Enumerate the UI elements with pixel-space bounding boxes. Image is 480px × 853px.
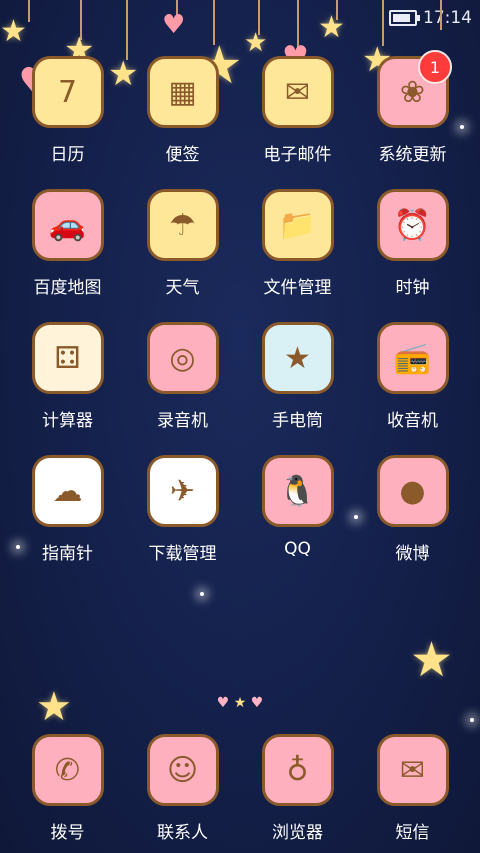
dock-label: 浏览器 bbox=[272, 823, 323, 843]
calendar-icon: 7 bbox=[31, 56, 104, 128]
app-calculator[interactable]: ⚃ 计算器 bbox=[10, 322, 125, 431]
app-email[interactable]: ✉ 电子邮件 bbox=[240, 56, 355, 165]
app-label: 便签 bbox=[165, 145, 200, 165]
app-label: 微博 bbox=[395, 544, 430, 564]
sparkle-icon bbox=[354, 515, 358, 519]
dock-label: 短信 bbox=[395, 823, 430, 843]
app-grid: 7 日历 ▦ 便签 ✉ 电子邮件 ❀ 1 系统更新 🚗 百度地图 ☂ 天气 📁 … bbox=[10, 50, 470, 564]
app-label: 录音机 bbox=[157, 411, 208, 431]
app-recorder[interactable]: ◎ 录音机 bbox=[125, 322, 240, 431]
battery-icon bbox=[389, 10, 420, 26]
penguin-icon: 🐧 bbox=[261, 455, 334, 527]
phone-icon: ✆ bbox=[31, 734, 104, 806]
app-system-update[interactable]: ❀ 1 系统更新 bbox=[355, 50, 470, 165]
sparkle-icon bbox=[460, 125, 464, 129]
dock-contacts[interactable]: ☺ 联系人 bbox=[125, 734, 240, 843]
app-download-manager[interactable]: ✈ 下载管理 bbox=[125, 455, 240, 564]
dock-browser[interactable]: ♁ 浏览器 bbox=[240, 734, 355, 843]
page-dot: ♥ bbox=[216, 695, 230, 711]
mail-icon: ✉ bbox=[261, 56, 334, 128]
car-icon: 🚗 bbox=[31, 189, 104, 261]
alarm-clock-icon: ⏰ bbox=[376, 189, 449, 261]
app-notes[interactable]: ▦ 便签 bbox=[125, 56, 240, 165]
app-qq[interactable]: 🐧 QQ bbox=[240, 455, 355, 564]
app-label: 百度地图 bbox=[33, 278, 102, 298]
dice-icon: ⚃ bbox=[31, 322, 104, 394]
app-weather[interactable]: ☂ 天气 bbox=[125, 189, 240, 298]
clock-time: 17:14 bbox=[423, 8, 472, 28]
message-bunny-icon: ✉ bbox=[376, 734, 449, 806]
page-dot-active: ★ bbox=[233, 695, 247, 711]
app-baidu-map[interactable]: 🚗 百度地图 bbox=[10, 189, 125, 298]
app-label: 指南针 bbox=[42, 544, 93, 564]
app-label: 收音机 bbox=[387, 411, 438, 431]
radio-icon: 📻 bbox=[376, 322, 449, 394]
dock-label: 拨号 bbox=[50, 823, 85, 843]
dock-phone[interactable]: ✆ 拨号 bbox=[10, 734, 125, 843]
app-flashlight[interactable]: ★ 手电筒 bbox=[240, 322, 355, 431]
cloud-stars-icon: ☁ bbox=[31, 455, 104, 527]
star-icon: ★ bbox=[410, 632, 454, 688]
folder-icon: 📁 bbox=[261, 189, 334, 261]
page-indicator: ♥ ★ ♥ bbox=[0, 695, 480, 711]
star-jar-icon: ★ bbox=[261, 322, 334, 394]
app-compass[interactable]: ☁ 指南针 bbox=[10, 455, 125, 564]
app-weibo[interactable]: ● 微博 bbox=[355, 455, 470, 564]
app-radio[interactable]: 📻 收音机 bbox=[355, 322, 470, 431]
app-label: 下载管理 bbox=[148, 544, 217, 564]
notepad-icon: ▦ bbox=[146, 56, 219, 128]
app-label: QQ bbox=[284, 539, 311, 559]
umbrella-icon: ☂ bbox=[146, 189, 219, 261]
sparkle-icon bbox=[200, 592, 204, 596]
app-label: 手电筒 bbox=[272, 411, 323, 431]
sparkle-icon bbox=[16, 545, 20, 549]
app-label: 电子邮件 bbox=[263, 145, 332, 165]
app-label: 时钟 bbox=[395, 278, 430, 298]
page-dot: ♥ bbox=[250, 695, 264, 711]
app-label: 天气 bbox=[165, 278, 200, 298]
dock: ✆ 拨号 ☺ 联系人 ♁ 浏览器 ✉ 短信 bbox=[10, 734, 470, 843]
status-bar: 17:14 bbox=[0, 0, 480, 36]
lollipop-icon: ◎ bbox=[146, 322, 219, 394]
app-file-manager[interactable]: 📁 文件管理 bbox=[240, 189, 355, 298]
app-label: 日历 bbox=[50, 145, 85, 165]
notification-badge: 1 bbox=[418, 50, 452, 84]
app-label: 文件管理 bbox=[263, 278, 332, 298]
contacts-girl-icon: ☺ bbox=[146, 734, 219, 806]
dock-messages[interactable]: ✉ 短信 bbox=[355, 734, 470, 843]
sparkle-icon bbox=[470, 718, 474, 722]
dock-label: 联系人 bbox=[157, 823, 208, 843]
egg-creature-icon: ● bbox=[376, 455, 449, 527]
app-label: 计算器 bbox=[42, 411, 93, 431]
paper-plane-icon: ✈ bbox=[146, 455, 219, 527]
app-clock[interactable]: ⏰ 时钟 bbox=[355, 189, 470, 298]
planet-icon: ♁ bbox=[261, 734, 334, 806]
app-calendar[interactable]: 7 日历 bbox=[10, 56, 125, 165]
app-label: 系统更新 bbox=[378, 145, 447, 165]
